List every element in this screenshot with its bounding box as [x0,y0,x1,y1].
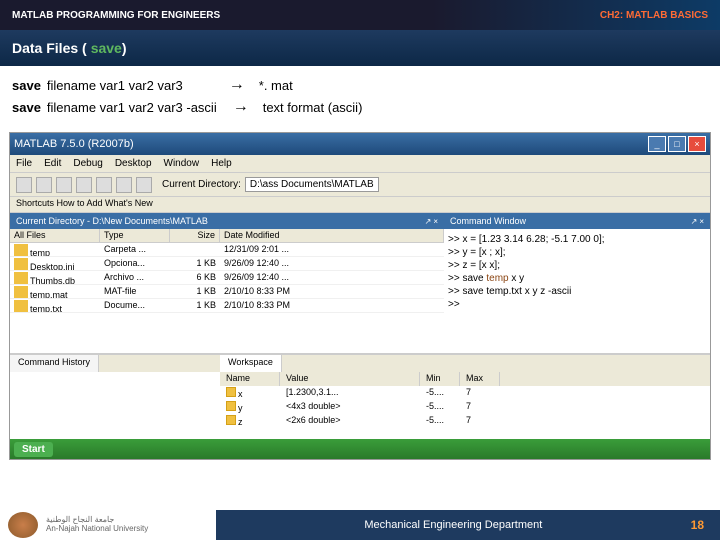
current-directory-title: Current Directory - D:\New Documents\MAT… [10,213,444,229]
paste-icon[interactable] [96,177,112,193]
file-icon [14,258,28,270]
undock-icon[interactable]: ↗ [691,217,698,226]
save-keyword: save [12,100,41,115]
university-logo-icon [8,512,38,538]
redo-icon[interactable] [136,177,152,193]
file-row[interactable]: temp.matMAT-file1 KB2/10/10 8:33 PM [10,285,444,299]
windows-taskbar[interactable]: Start [10,439,710,459]
file-icon [14,286,28,298]
chapter-name: MATLAB BASICS [626,10,708,21]
undock-icon[interactable]: ↗ [425,217,432,226]
open-icon[interactable] [36,177,52,193]
file-list[interactable]: All Files Type Size Date Modified tempCa… [10,229,444,353]
file-row[interactable]: Desktop.iniOpciona...1 KB9/26/09 12:40 .… [10,257,444,271]
close-button[interactable]: × [688,136,706,152]
menu-debug[interactable]: Debug [73,158,102,169]
arrow-icon: → [233,98,249,116]
slide-header: MATLAB PROGRAMMING FOR ENGINEERS CH2: MA… [0,0,720,30]
menu-edit[interactable]: Edit [44,158,61,169]
department-name: Mechanical Engineering Department [216,519,691,531]
command-history-panel[interactable]: Command History [10,354,220,439]
menu-help[interactable]: Help [211,158,232,169]
file-icon [14,272,28,284]
workspace-panel[interactable]: Workspace Name Value Min Max x[1.2300,3.… [220,354,710,439]
slide-footer: جامعة النجاح الوطنية An-Najah National U… [0,510,720,540]
variable-icon [226,415,236,425]
toolbar: Current Directory: D:\ass Documents\MATL… [10,173,710,197]
panel-close-icon[interactable]: × [699,217,704,226]
cut-icon[interactable] [56,177,72,193]
shortcuts-bar[interactable]: Shortcuts How to Add What's New [10,197,710,213]
highlight-keyword: save [91,40,122,56]
workspace-variable-row[interactable]: x[1.2300,3.1...-5....7 [220,386,710,400]
maximize-button[interactable]: □ [668,136,686,152]
workspace-variable-row[interactable]: y<4x3 double>-5....7 [220,400,710,414]
workspace-variable-row[interactable]: z<2x6 double>-5....7 [220,414,710,428]
save-keyword: save [12,78,41,93]
menu-file[interactable]: File [16,158,32,169]
undo-icon[interactable] [116,177,132,193]
chapter-prefix: CH2: [600,10,623,21]
command-window[interactable]: >> x = [1.23 3.14 6.28; -5.1 7.00 0]; >>… [444,229,710,353]
menu-window[interactable]: Window [164,158,200,169]
chapter-label: CH2: MATLAB BASICS [600,10,708,21]
file-row[interactable]: tempCarpeta ...12/31/09 2:01 ... [10,243,444,257]
matlab-window: MATLAB 7.5.0 (R2007b) _ □ × File Edit De… [9,132,711,460]
tab-command-history[interactable]: Command History [10,355,99,372]
file-icon [14,300,28,312]
university-name: جامعة النجاح الوطنية An-Najah National U… [46,516,148,534]
command-window-title: Command Window ↗× [444,213,710,229]
variable-icon [226,387,236,397]
minimize-button[interactable]: _ [648,136,666,152]
slide-title: Data Files ( save ) [0,30,720,66]
file-row[interactable]: Thumbs.dbArchivo ...6 KB9/26/09 12:40 ..… [10,271,444,285]
window-titlebar[interactable]: MATLAB 7.5.0 (R2007b) _ □ × [10,133,710,155]
page-number: 18 [691,518,720,532]
new-icon[interactable] [16,177,32,193]
panel-close-icon[interactable]: × [433,217,438,226]
tab-workspace[interactable]: Workspace [220,355,282,372]
arrow-icon: → [229,76,245,94]
menu-desktop[interactable]: Desktop [115,158,152,169]
variable-icon [226,401,236,411]
file-row[interactable]: temp.txtDocume...1 KB2/10/10 8:33 PM [10,299,444,313]
course-title: MATLAB PROGRAMMING FOR ENGINEERS [12,10,220,21]
curdir-label: Current Directory: [162,179,241,190]
copy-icon[interactable] [76,177,92,193]
menu-bar: File Edit Debug Desktop Window Help [10,155,710,173]
window-title: MATLAB 7.5.0 (R2007b) [14,138,134,150]
start-button[interactable]: Start [14,442,53,457]
file-icon [14,244,28,256]
syntax-examples: save filename var1 var2 var3 → *. mat sa… [0,66,720,126]
curdir-path: D:\ass Documents\MATLAB [245,177,379,192]
